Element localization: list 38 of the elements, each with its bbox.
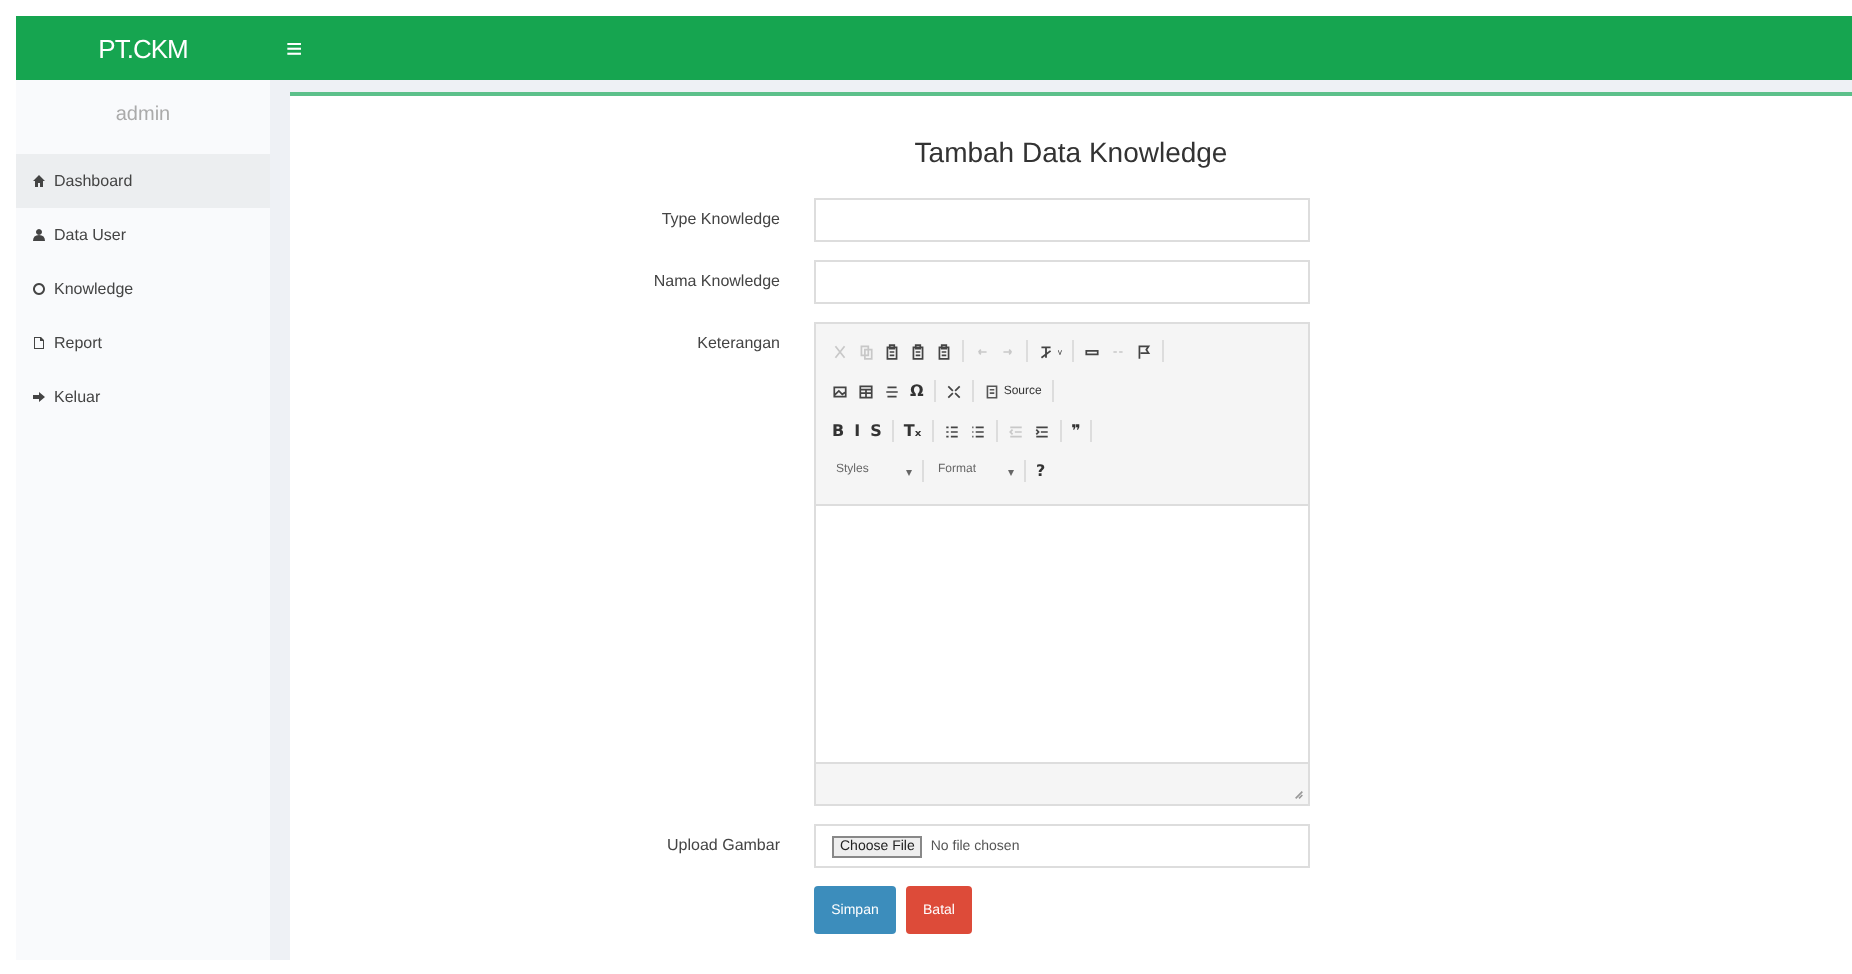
field-label: Type Knowledge bbox=[659, 208, 780, 228]
home-icon bbox=[32, 174, 46, 188]
toolbar-button[interactable]: B bbox=[832, 422, 845, 440]
hr-icon[interactable] bbox=[884, 383, 900, 399]
field-label: Nama Knowledge bbox=[651, 270, 780, 290]
toolbar-button[interactable]: ❞ bbox=[1071, 422, 1081, 440]
document-icon bbox=[983, 383, 1000, 399]
paste-icon[interactable] bbox=[936, 343, 952, 359]
sidebar-item[interactable]: Dashboard bbox=[16, 154, 270, 208]
toolbar-button[interactable]: Tₓ bbox=[903, 422, 922, 440]
paste-icon[interactable] bbox=[884, 343, 900, 359]
signout-icon bbox=[32, 390, 46, 404]
resize-handle-icon[interactable] bbox=[1294, 790, 1304, 800]
sidebar-item[interactable]: Knowledge bbox=[16, 262, 270, 316]
sidebar-item[interactable]: Report bbox=[16, 316, 270, 370]
field-label: Upload Gambar bbox=[665, 834, 780, 854]
toolbar-button[interactable]: Ω bbox=[910, 382, 924, 400]
file-icon bbox=[32, 336, 46, 350]
form-title: Tambah Data Knowledge bbox=[912, 136, 1230, 168]
input-field[interactable] bbox=[814, 260, 1310, 304]
toolbar-button[interactable]: I bbox=[854, 422, 861, 440]
toolbar-button[interactable]: S bbox=[870, 422, 882, 440]
bullist-icon[interactable] bbox=[969, 423, 986, 439]
spellcheck-icon bbox=[1038, 343, 1054, 359]
user-name: admin bbox=[113, 102, 173, 130]
flag-icon[interactable] bbox=[1135, 343, 1152, 359]
user-icon bbox=[32, 228, 46, 242]
toolbar-button[interactable]: ? bbox=[1036, 462, 1046, 480]
sidebar-item[interactable]: Data User bbox=[16, 208, 270, 262]
numlist-icon[interactable] bbox=[943, 423, 960, 439]
paste-icon[interactable] bbox=[910, 343, 926, 359]
maximize-icon[interactable] bbox=[945, 383, 962, 399]
input-field[interactable] bbox=[814, 198, 1310, 242]
sidebar-item[interactable]: Keluar bbox=[16, 370, 270, 424]
field-label: Keterangan bbox=[695, 332, 780, 352]
table-icon[interactable] bbox=[858, 383, 874, 399]
indent-icon[interactable] bbox=[1033, 423, 1050, 439]
image-icon[interactable] bbox=[832, 383, 848, 399]
